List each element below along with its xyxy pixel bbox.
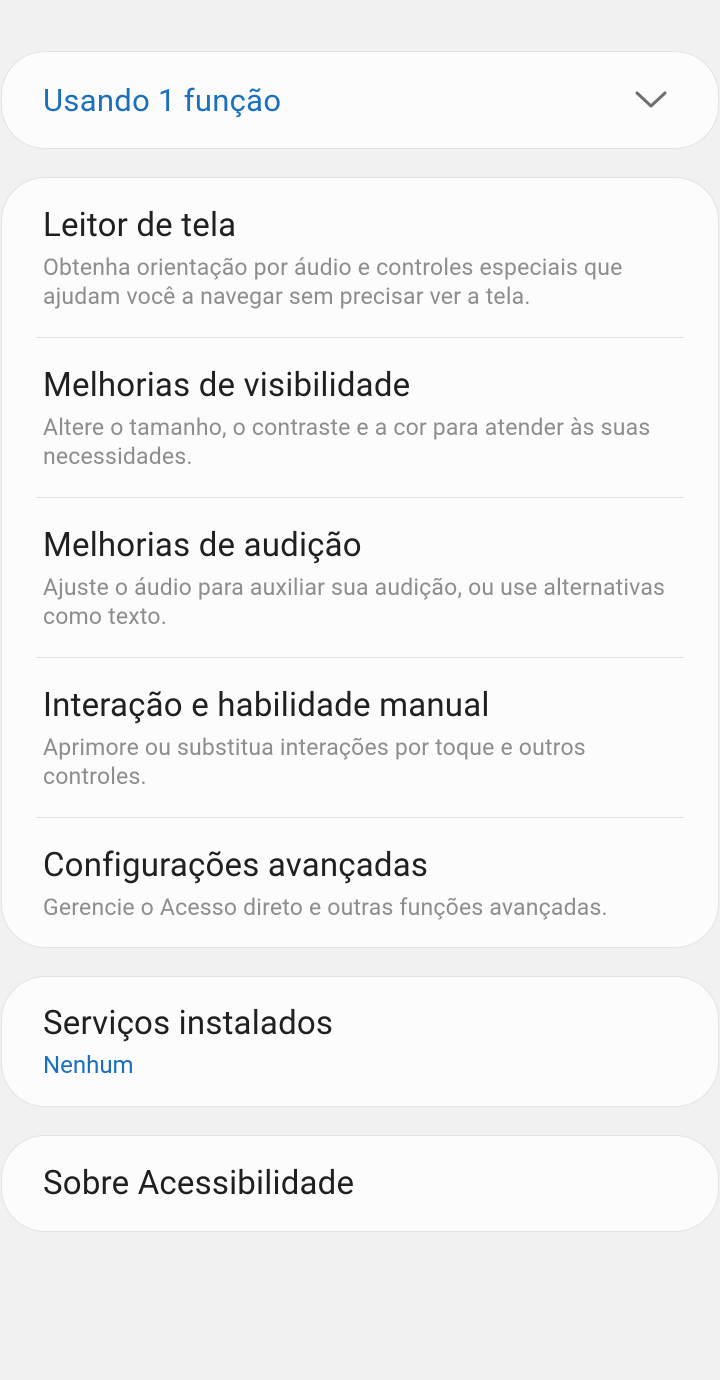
- menu-item-title: Configurações avançadas: [43, 846, 429, 885]
- menu-item-description: Gerencie o Acesso direto e outras funçõe…: [43, 894, 608, 921]
- about-accessibility-item[interactable]: Sobre Acessibilidade: [1, 1135, 719, 1232]
- menu-item-visibility-enhancements[interactable]: Melhorias de visibilidade Altere o taman…: [2, 338, 718, 497]
- menu-item-title: Melhorias de visibilidade: [43, 366, 411, 405]
- about-accessibility-title: Sobre Acessibilidade: [43, 1164, 355, 1203]
- menu-item-description: Aprimore ou substitua interações por toq…: [43, 734, 586, 790]
- menu-item-description: Obtenha orientação por áudio e controles…: [43, 254, 623, 310]
- accessibility-categories-card: Leitor de tela Obtenha orientação por áu…: [1, 177, 719, 948]
- active-features-label: Usando 1 função: [43, 81, 282, 119]
- installed-services-item[interactable]: Serviços instalados Nenhum: [1, 976, 719, 1107]
- installed-services-title: Serviços instalados: [43, 1004, 334, 1043]
- menu-item-description: Ajuste o áudio para auxiliar sua audição…: [43, 574, 666, 630]
- menu-item-description: Altere o tamanho, o contraste e a cor pa…: [43, 414, 651, 470]
- menu-item-title: Leitor de tela: [43, 206, 237, 245]
- menu-item-screen-reader[interactable]: Leitor de tela Obtenha orientação por áu…: [2, 178, 718, 337]
- active-features-card[interactable]: Usando 1 função: [1, 51, 719, 149]
- menu-item-interaction-dexterity[interactable]: Interação e habilidade manual Aprimore o…: [2, 658, 718, 817]
- menu-item-title: Interação e habilidade manual: [43, 686, 490, 725]
- installed-services-value: Nenhum: [43, 1051, 134, 1079]
- chevron-down-icon[interactable]: [634, 83, 668, 117]
- menu-item-advanced-settings[interactable]: Configurações avançadas Gerencie o Acess…: [2, 818, 718, 948]
- menu-item-hearing-enhancements[interactable]: Melhorias de audição Ajuste o áudio para…: [2, 498, 718, 657]
- menu-item-title: Melhorias de audição: [43, 526, 362, 565]
